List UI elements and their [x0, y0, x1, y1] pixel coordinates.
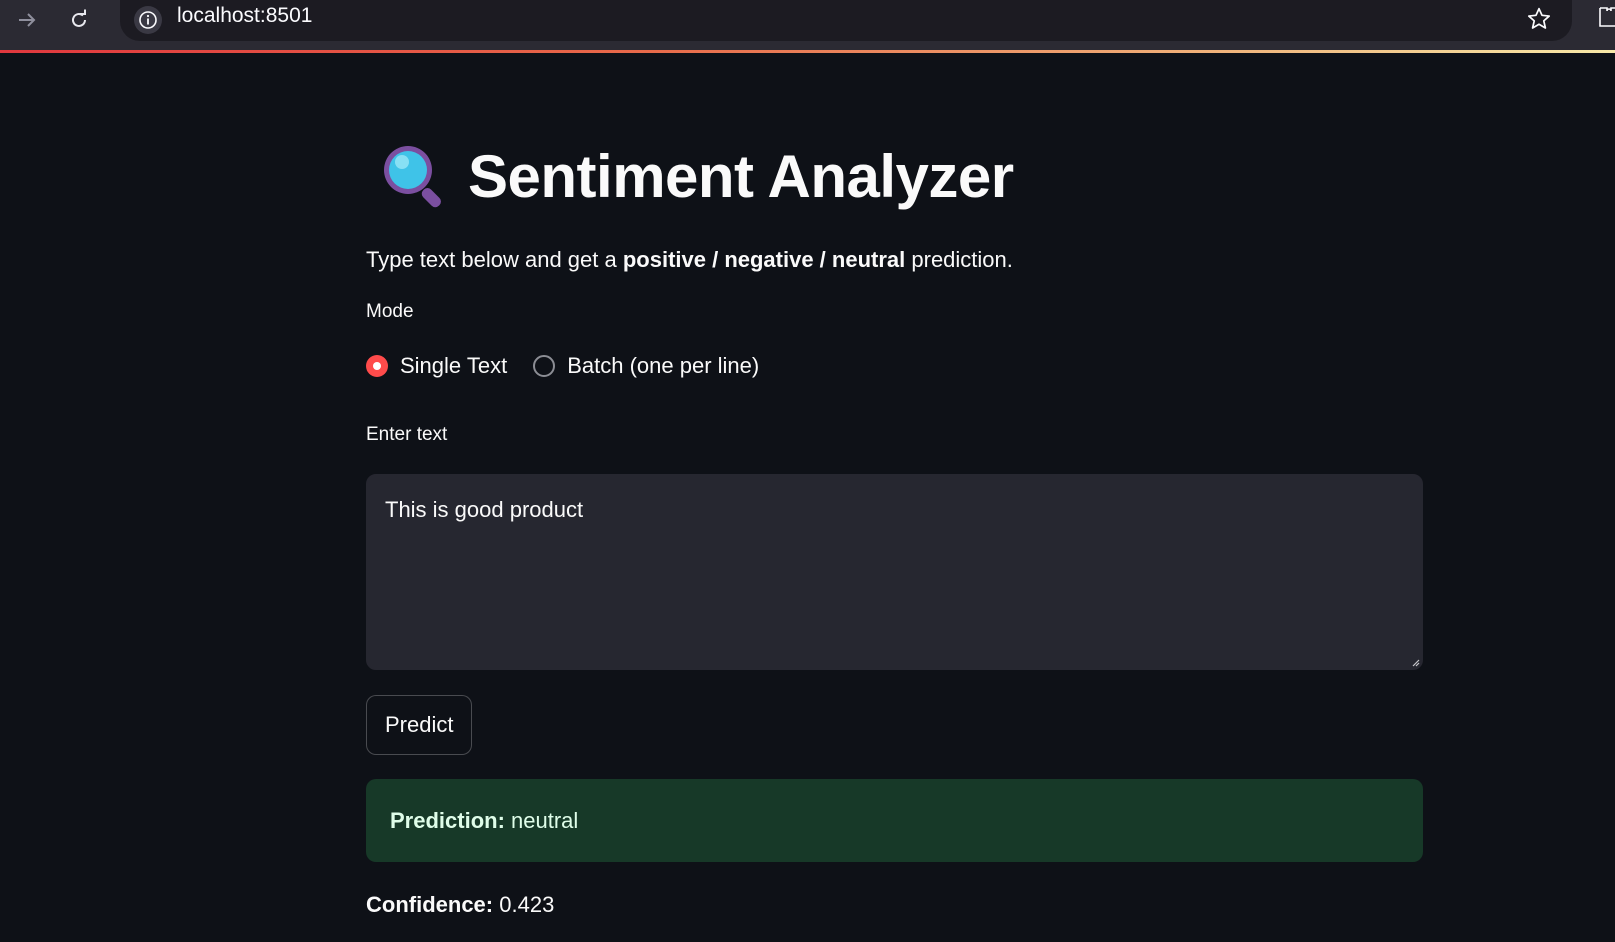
page-subtitle: Type text below and get a positive / neg… [366, 247, 1013, 273]
text-input[interactable]: This is good product [366, 474, 1423, 670]
prediction-alert: Prediction: neutral [366, 779, 1423, 862]
arrow-right-icon [19, 13, 36, 27]
title-row: Sentiment Analyzer [378, 141, 1014, 211]
reload-button[interactable] [63, 4, 95, 36]
site-info-button[interactable] [134, 6, 162, 34]
radio-option-batch[interactable]: Batch (one per line) [533, 353, 759, 379]
forward-button[interactable] [11, 4, 43, 36]
loading-gradient-bar [0, 50, 1615, 53]
info-icon [139, 11, 157, 29]
subtitle-prefix: Type text below and get a [366, 247, 623, 272]
text-input-value: This is good product [385, 497, 584, 522]
prediction-value: neutral [511, 807, 579, 833]
radio-selected-icon[interactable] [366, 355, 388, 377]
puzzle-icon [1599, 7, 1615, 27]
mode-label: Mode [366, 301, 414, 322]
star-icon [1527, 7, 1551, 29]
extensions-button[interactable] [1598, 4, 1615, 35]
mode-radio-group: Single Text Batch (one per line) [366, 353, 785, 379]
bookmark-button[interactable] [1526, 6, 1552, 37]
confidence-value: 0.423 [499, 892, 555, 917]
browser-toolbar: localhost:8501 [0, 0, 1615, 50]
radio-option-single[interactable]: Single Text [366, 353, 507, 379]
radio-label-single: Single Text [400, 353, 508, 378]
url-text[interactable]: localhost:8501 [177, 4, 312, 28]
radio-unselected-icon[interactable] [533, 355, 556, 377]
radio-label-batch: Batch (one per line) [567, 353, 760, 378]
url-bar[interactable]: localhost:8501 [120, 0, 1572, 41]
predict-button[interactable]: Predict [366, 695, 473, 755]
confidence-label: Confidence: [366, 892, 494, 917]
prediction-label: Prediction: [390, 807, 505, 833]
page-title: Sentiment Analyzer [468, 142, 1014, 210]
subtitle-suffix: prediction. [905, 247, 1013, 272]
reload-icon [72, 9, 86, 27]
magnifying-glass-icon [384, 146, 441, 208]
resize-handle-icon[interactable] [1410, 657, 1420, 667]
subtitle-bold: positive / negative / neutral [622, 247, 906, 272]
input-label: Enter text [366, 424, 448, 445]
confidence-text: Confidence: 0.423 [366, 892, 554, 918]
